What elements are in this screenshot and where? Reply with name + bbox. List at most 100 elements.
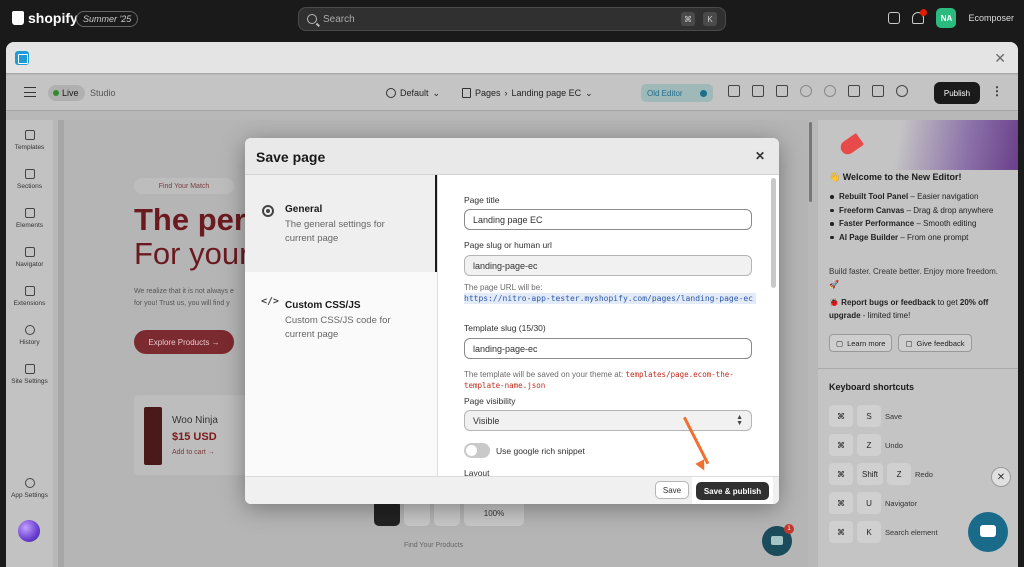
hero-paragraph[interactable]: We realize that it is not always e for y… xyxy=(134,286,234,310)
product-price: $15 USD xyxy=(172,431,217,443)
store-name[interactable]: Ecomposer xyxy=(968,13,1014,23)
globe-icon xyxy=(386,88,396,98)
shortcut-label: Search element xyxy=(885,527,938,537)
edition-badge[interactable]: Summer '25 xyxy=(76,11,139,27)
shortcut-row: ⌘ K Search element xyxy=(829,521,938,543)
tab-general-desc: The general settings for current page xyxy=(285,219,385,244)
notification-dot xyxy=(920,9,928,16)
tablet-view-icon[interactable] xyxy=(752,85,764,97)
key: U xyxy=(857,492,881,514)
close-icon[interactable]: ✕ xyxy=(755,149,765,163)
rich-snippet-toggle[interactable] xyxy=(464,443,490,458)
visibility-select[interactable]: Visible ▲ ▼ xyxy=(464,410,752,431)
template-slug-input[interactable]: landing-page-ec xyxy=(464,338,752,359)
key: Z xyxy=(857,434,881,456)
add-to-cart-link[interactable]: Add to cart → xyxy=(172,449,215,456)
global-search[interactable]: Search ⌘ K xyxy=(298,7,726,31)
sidebar-item-label: Site Settings xyxy=(11,378,48,385)
page-slug-input[interactable]: landing-page-ec xyxy=(464,255,752,276)
settings-sliders-icon[interactable] xyxy=(848,85,860,97)
navigator-icon xyxy=(24,247,35,257)
mobile-view-icon[interactable] xyxy=(776,85,788,97)
sidebar-item-elements[interactable]: Elements xyxy=(6,208,53,229)
learn-more-button[interactable]: ▢ Learn more xyxy=(829,334,893,352)
modal-footer: Save Save & publish xyxy=(245,476,779,504)
page-breadcrumb[interactable]: Pages › Landing page EC ⌄ xyxy=(462,84,593,102)
give-feedback-button[interactable]: ▢ Give feedback xyxy=(898,334,972,352)
key: ⌘ xyxy=(829,405,853,427)
app-titlebar: ✕ xyxy=(6,42,1018,74)
close-icon[interactable]: ✕ xyxy=(991,467,1011,487)
left-sidebar: Templates Sections Elements Navigator Ex… xyxy=(6,120,53,567)
save-and-publish-button[interactable]: Save & publish xyxy=(696,482,769,500)
sidebar-item-label: Sections xyxy=(17,183,42,190)
undo-icon[interactable] xyxy=(800,85,812,97)
topbar-actions: NA Ecomposer xyxy=(888,8,1014,28)
sidebar-item-sections[interactable]: Sections xyxy=(6,169,53,190)
key: Shift xyxy=(857,463,884,485)
link-icon: ▢ xyxy=(836,338,844,348)
sidebar-item-label: App Settings xyxy=(11,492,48,499)
sidebar-item-templates[interactable]: Templates xyxy=(6,130,53,151)
chat-support-icon[interactable] xyxy=(968,512,1008,552)
hero-text-line: We realize that it is not always e xyxy=(134,288,234,295)
canvas-scrollbar[interactable] xyxy=(809,122,812,202)
extensions-icon xyxy=(24,286,35,296)
editor-toolbar: Live Studio Default ⌄ Pages › Landing pa… xyxy=(6,75,1018,111)
menu-icon[interactable] xyxy=(24,87,36,97)
page-icon xyxy=(462,88,471,98)
sidekick-icon[interactable] xyxy=(888,12,901,24)
shopify-bag-icon xyxy=(12,11,24,25)
sidebar-item-site-settings[interactable]: Site Settings xyxy=(6,364,53,385)
elements-icon xyxy=(24,208,35,218)
sidebar-item-navigator[interactable]: Navigator xyxy=(6,247,53,268)
desktop-view-icon[interactable] xyxy=(728,85,740,97)
welcome-panel: 👋 Welcome to the New Editor! Rebuilt Too… xyxy=(818,120,1018,567)
bell-icon[interactable] xyxy=(912,9,928,24)
shopify-topbar: shopify Summer '25 Search ⌘ K NA Ecompos… xyxy=(0,0,1024,38)
tab-css-title: Custom CSS/JS xyxy=(285,300,361,311)
page-url-hint: The page URL will be: xyxy=(464,283,543,292)
theme-selector[interactable]: Default ⌄ xyxy=(386,84,440,102)
find-match-pill[interactable]: Find Your Match xyxy=(134,178,234,194)
tab-custom-css-js[interactable]: </> Custom CSS/JS Custom CSS/JS code for… xyxy=(245,272,437,372)
explore-products-button[interactable]: Explore Products → xyxy=(134,330,234,354)
list-item: Freeform Canvas – Drag & drop anywhere xyxy=(829,204,1014,218)
avatar[interactable]: NA xyxy=(936,8,957,28)
hero-heading-line1[interactable]: The per xyxy=(134,202,246,238)
sidebar-item-history[interactable]: History xyxy=(6,325,53,346)
old-editor-toggle[interactable]: Old Editor xyxy=(641,84,713,102)
close-icon[interactable]: ✕ xyxy=(994,50,1006,67)
feedback-icon: ▢ xyxy=(905,338,913,348)
shopify-logo[interactable]: shopify xyxy=(12,10,78,26)
save-button[interactable]: Save xyxy=(655,481,689,499)
page-title-input[interactable]: Landing page EC xyxy=(464,209,752,230)
key: ⌘ xyxy=(829,492,853,514)
publish-button[interactable]: Publish xyxy=(934,82,980,104)
modal-nav: General The general settings for current… xyxy=(245,175,437,476)
modal-scrollbar[interactable] xyxy=(771,178,776,288)
chevron-down-icon: ⌄ xyxy=(432,87,441,98)
sidebar-item-app-settings[interactable]: App Settings xyxy=(6,478,53,499)
tab-general[interactable]: General The general settings for current… xyxy=(245,175,437,272)
sidebar-item-extensions[interactable]: Extensions xyxy=(6,286,53,307)
modal-header: Save page ✕ xyxy=(245,138,779,175)
redo-icon[interactable] xyxy=(824,85,836,97)
chat-unread-badge: 1 xyxy=(784,524,794,534)
template-slug-label: Template slug (15/30) xyxy=(464,323,546,333)
preview-eye-icon[interactable] xyxy=(896,85,908,97)
save-publish-highlight: Save & publish xyxy=(692,477,773,504)
feature-list: Rebuilt Tool Panel – Easier navigation F… xyxy=(829,190,1014,244)
theme-name: Default xyxy=(400,88,429,98)
hero-heading-line2[interactable]: For your xyxy=(134,236,249,272)
ecomposer-app-icon xyxy=(15,51,29,65)
list-item: Rebuilt Tool Panel – Easier navigation xyxy=(829,190,1014,204)
cmd-key: ⌘ xyxy=(681,12,695,26)
sidebar-item-label: Elements xyxy=(15,222,44,229)
search-page-icon[interactable] xyxy=(872,85,884,97)
more-options-icon[interactable]: ⋮ xyxy=(991,84,1003,98)
sidebar-item-label: Navigator xyxy=(15,261,44,268)
list-item: Faster Performance – Smooth editing xyxy=(829,217,1014,231)
ai-assistant-orb-icon[interactable] xyxy=(18,520,40,542)
studio-label[interactable]: Studio xyxy=(90,88,116,98)
